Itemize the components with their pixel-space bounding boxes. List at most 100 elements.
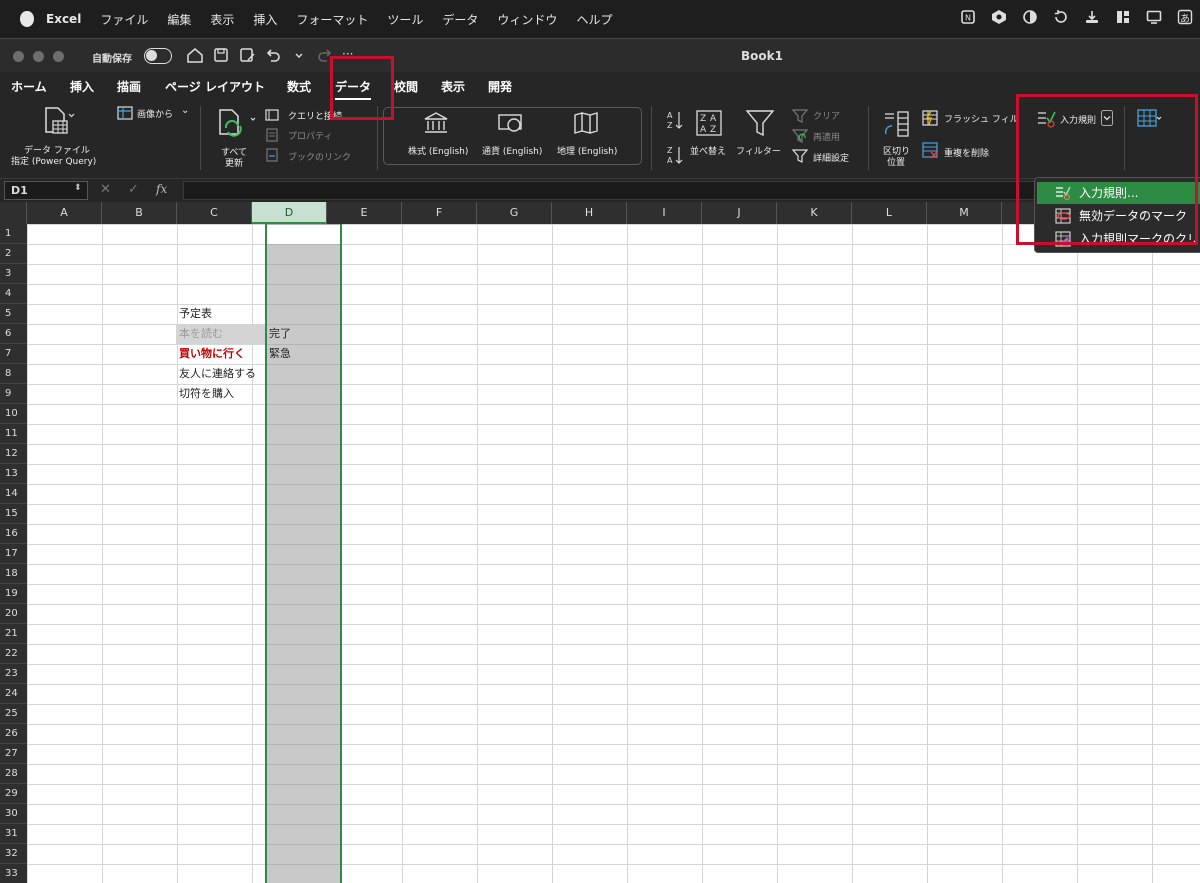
- undo-dropdown-icon[interactable]: [290, 46, 308, 68]
- sort-ascending-icon[interactable]: AZ: [667, 109, 683, 131]
- tab-formulas[interactable]: 数式: [287, 78, 311, 95]
- row-header-16[interactable]: 16: [0, 524, 27, 544]
- row-header-19[interactable]: 19: [0, 584, 27, 604]
- from-picture-icon[interactable]: [117, 106, 133, 120]
- menu-file[interactable]: ファイル: [100, 11, 148, 28]
- advanced-filter-icon[interactable]: [792, 148, 808, 164]
- column-header-l[interactable]: L: [852, 202, 927, 224]
- row-header-23[interactable]: 23: [0, 664, 27, 684]
- row-header-31[interactable]: 31: [0, 824, 27, 844]
- queries-connections-icon[interactable]: [265, 109, 279, 121]
- menu-edit[interactable]: 編集: [167, 11, 191, 28]
- tab-view[interactable]: 表示: [441, 78, 465, 95]
- row-header-1[interactable]: 1: [0, 224, 27, 244]
- flash-fill-label[interactable]: フラッシュ フィル: [944, 112, 1019, 125]
- menu-tools[interactable]: ツール: [387, 11, 423, 28]
- remove-duplicates-icon[interactable]: [921, 141, 939, 159]
- tab-review[interactable]: 校閲: [394, 78, 418, 95]
- close-window-button[interactable]: [13, 51, 24, 62]
- column-header-g[interactable]: G: [477, 202, 552, 224]
- remove-duplicates-label[interactable]: 重複を削除: [944, 146, 989, 159]
- menu-insert[interactable]: 挿入: [253, 11, 277, 28]
- row-header-33[interactable]: 33: [0, 864, 27, 883]
- from-picture-label[interactable]: 画像から: [137, 107, 173, 120]
- column-header-j[interactable]: J: [702, 202, 777, 224]
- row-header-22[interactable]: 22: [0, 644, 27, 664]
- menu-window[interactable]: ウィンドウ: [497, 11, 557, 28]
- selected-column-d[interactable]: [265, 224, 342, 883]
- home-icon[interactable]: [186, 46, 204, 68]
- refresh-all-icon[interactable]: [216, 108, 256, 140]
- history-icon[interactable]: [1052, 8, 1070, 26]
- column-header-c[interactable]: C: [177, 202, 252, 224]
- get-data-icon[interactable]: [40, 106, 76, 138]
- row-header-18[interactable]: 18: [0, 564, 27, 584]
- row-header-28[interactable]: 28: [0, 764, 27, 784]
- filter-label[interactable]: フィルター: [736, 144, 781, 157]
- row-header-12[interactable]: 12: [0, 444, 27, 464]
- stocks-icon[interactable]: [423, 111, 449, 135]
- column-header-a[interactable]: A: [27, 202, 102, 224]
- select-all-button[interactable]: [0, 202, 27, 224]
- cell-d4[interactable]: 完了: [266, 324, 291, 344]
- cell-c3[interactable]: 予定表: [176, 304, 212, 324]
- menu-app-excel[interactable]: Excel: [46, 12, 81, 26]
- sort-label[interactable]: 並べ替え: [690, 144, 726, 157]
- apple-menu-icon[interactable]: [20, 11, 34, 27]
- row-header-11[interactable]: 11: [0, 424, 27, 444]
- tab-home[interactable]: ホーム: [11, 78, 47, 95]
- sort-descending-icon[interactable]: ZA: [667, 144, 683, 166]
- cell-d5[interactable]: 緊急: [266, 344, 291, 364]
- row-header-21[interactable]: 21: [0, 624, 27, 644]
- row-header-27[interactable]: 27: [0, 744, 27, 764]
- column-header-d[interactable]: D: [252, 202, 327, 224]
- row-header-5[interactable]: 5: [0, 304, 27, 324]
- download-icon[interactable]: [1083, 8, 1101, 26]
- row-header-25[interactable]: 25: [0, 704, 27, 724]
- save-as-icon[interactable]: [238, 46, 256, 68]
- row-header-24[interactable]: 24: [0, 684, 27, 704]
- save-icon[interactable]: [212, 46, 230, 68]
- dropbox-icon[interactable]: [990, 8, 1008, 26]
- column-header-h[interactable]: H: [552, 202, 627, 224]
- cell-c6[interactable]: 友人に連絡する: [176, 364, 256, 384]
- cell-c5[interactable]: 買い物に行く: [176, 344, 245, 364]
- menu-data[interactable]: データ: [442, 11, 478, 28]
- tab-draw[interactable]: 描画: [117, 78, 141, 95]
- tab-developer[interactable]: 開発: [488, 78, 512, 95]
- from-picture-dropdown-icon[interactable]: ⌄: [181, 105, 189, 116]
- sort-icon[interactable]: ZAAZ: [695, 109, 723, 137]
- filter-icon[interactable]: [745, 108, 775, 138]
- column-header-k[interactable]: K: [777, 202, 852, 224]
- row-header-29[interactable]: 29: [0, 784, 27, 804]
- layout-icon[interactable]: [1114, 8, 1132, 26]
- row-header-4[interactable]: 4: [0, 284, 27, 304]
- tab-page-layout[interactable]: ページ レイアウト: [165, 78, 265, 95]
- currencies-label[interactable]: 通貨 (English): [482, 144, 542, 157]
- menu-format[interactable]: フォーマット: [296, 11, 368, 28]
- advanced-label[interactable]: 詳細設定: [813, 151, 849, 164]
- minimize-window-button[interactable]: [33, 51, 44, 62]
- display-icon[interactable]: [1021, 8, 1039, 26]
- currencies-icon[interactable]: [497, 111, 525, 135]
- flash-fill-icon[interactable]: [921, 109, 939, 127]
- column-header-f[interactable]: F: [402, 202, 477, 224]
- row-header-30[interactable]: 30: [0, 804, 27, 824]
- insert-function-button[interactable]: fx: [156, 182, 167, 196]
- active-cell-d1[interactable]: [267, 225, 340, 244]
- row-header-3[interactable]: 3: [0, 264, 27, 284]
- column-header-e[interactable]: E: [327, 202, 402, 224]
- stocks-label[interactable]: 株式 (English): [408, 144, 468, 157]
- tab-insert[interactable]: 挿入: [70, 78, 94, 95]
- row-header-32[interactable]: 32: [0, 844, 27, 864]
- row-header-13[interactable]: 13: [0, 464, 27, 484]
- column-header-b[interactable]: B: [102, 202, 177, 224]
- text-to-columns-icon[interactable]: [882, 110, 912, 138]
- row-header-26[interactable]: 26: [0, 724, 27, 744]
- geography-label[interactable]: 地理 (English): [557, 144, 617, 157]
- row-header-8[interactable]: 8: [0, 364, 27, 384]
- zoom-window-button[interactable]: [53, 51, 64, 62]
- cell-c7[interactable]: 切符を購入: [176, 384, 234, 404]
- column-header-i[interactable]: I: [627, 202, 702, 224]
- menu-view[interactable]: 表示: [210, 11, 234, 28]
